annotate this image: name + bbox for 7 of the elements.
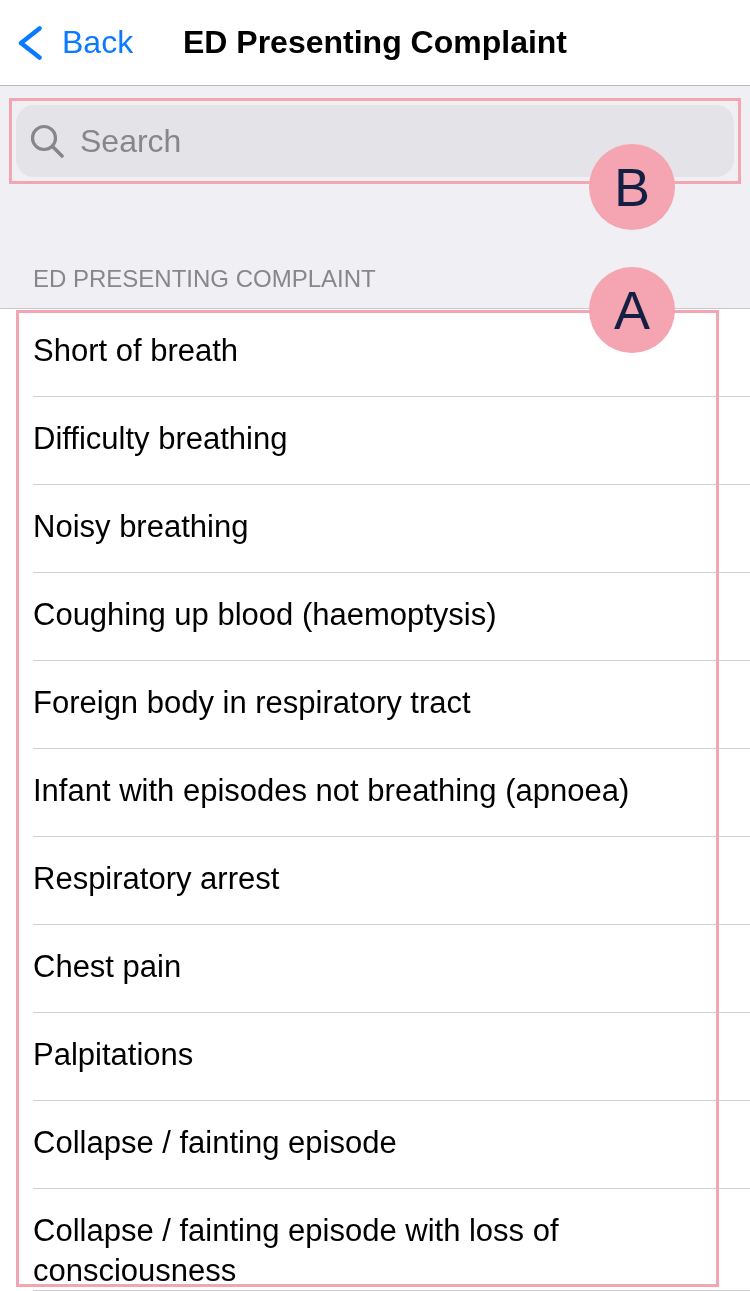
back-button[interactable]: Back xyxy=(18,24,134,61)
search-icon xyxy=(30,124,64,158)
chevron-left-icon xyxy=(18,25,42,60)
nav-title: ED Presenting Complaint xyxy=(182,24,567,61)
annotation-label: B xyxy=(589,144,675,230)
section-header: ED PRESENTING COMPLAINT xyxy=(33,265,376,293)
annotation-label: A xyxy=(589,267,675,353)
